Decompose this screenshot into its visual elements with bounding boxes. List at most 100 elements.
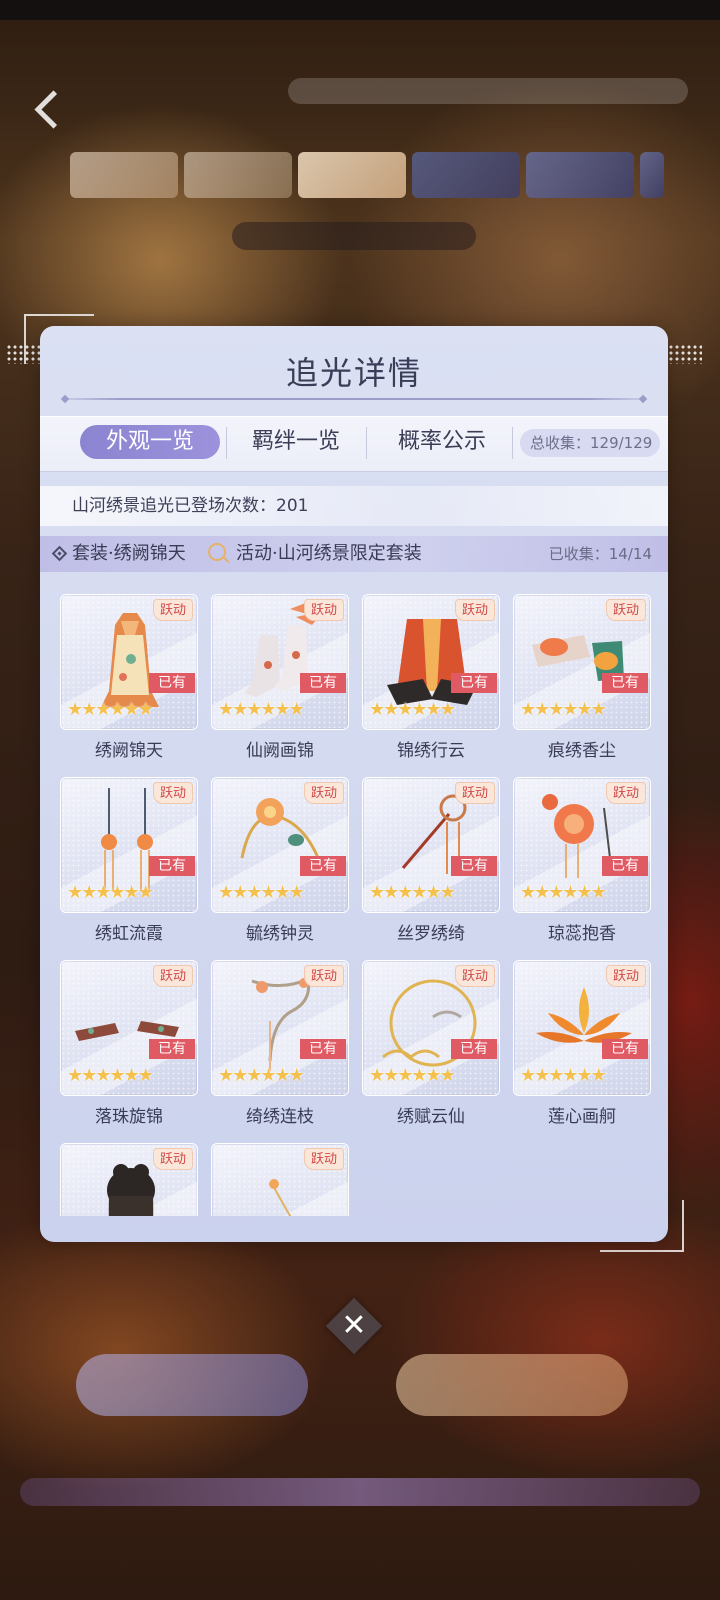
- item-card[interactable]: 跃动已有 ★★★★★★ 仙阙画锦: [211, 594, 349, 761]
- item-thumbnail: 跃动已有 ★★★★★★: [211, 594, 349, 730]
- banner-tab[interactable]: [526, 152, 634, 198]
- item-thumbnail: 跃动: [60, 1143, 198, 1216]
- item-name: 莲心画舸: [548, 1107, 616, 1127]
- owned-badge: 已有: [451, 856, 497, 876]
- banner-tab[interactable]: [298, 152, 406, 198]
- item-thumbnail: 跃动已有 ★★★★★★: [362, 777, 500, 913]
- set-collected: 已收集：14/14: [548, 545, 652, 563]
- active-badge: 跃动: [454, 782, 495, 804]
- tab-divider: [512, 427, 513, 459]
- item-card[interactable]: 跃动 已有 ★★★★★★ 绮绣连枝: [211, 960, 349, 1127]
- tab-probability[interactable]: 概率公示: [380, 425, 504, 459]
- item-thumbnail: 跃动 已有 ★★★★★★: [362, 960, 500, 1096]
- item-thumbnail: 跃动已有 ★★★★★★: [60, 594, 198, 730]
- active-badge: 跃动: [454, 965, 495, 987]
- item-card[interactable]: 跃动 已有 ★★★★★★ 锦绣行云: [362, 594, 500, 761]
- magnify-icon[interactable]: [208, 543, 226, 561]
- active-badge: 跃动: [303, 1148, 344, 1170]
- star-rating: ★★★★★★: [67, 882, 154, 903]
- tab-divider: [366, 427, 367, 459]
- draw-ten-button: [396, 1354, 628, 1416]
- item-thumbnail: 跃动 已有 ★★★★★★: [211, 960, 349, 1096]
- owned-badge: 已有: [149, 1039, 195, 1059]
- item-grid: 跃动 已有 ★★★★★★ 绣阙锦天 跃动 已有 ★★★★★★ 仙阙画锦 跃动 已有 ★★★★★★ 锦绣…: [60, 594, 660, 1216]
- active-badge: 跃动: [605, 782, 646, 804]
- back-arrow-icon[interactable]: [28, 88, 72, 132]
- resource-bar: [288, 78, 688, 104]
- item-name: 仙阙画锦: [246, 741, 314, 761]
- owned-badge: 已有: [602, 673, 648, 693]
- panel-title: 追光详情: [285, 354, 422, 392]
- diamond-icon: [51, 545, 68, 562]
- item-card[interactable]: 跃动 已有 ★★★★★★ 毓绣钟灵: [211, 777, 349, 944]
- item-card[interactable]: 跃动已有 ★★★★★★ 丝罗绣绮: [362, 777, 500, 944]
- item-thumbnail: 跃动已有 ★★★★★★: [60, 960, 198, 1096]
- owned-badge: 已有: [602, 1039, 648, 1059]
- star-rating: ★★★★★★: [369, 1065, 456, 1086]
- active-badge: 跃动: [605, 965, 646, 987]
- item-thumbnail: 跃动已有 ★★★★★★: [513, 594, 651, 730]
- star-rating: ★★★★★★: [520, 882, 607, 903]
- item-name: 绮绣连枝: [246, 1107, 314, 1127]
- star-rating: ★★★★★★: [218, 882, 305, 903]
- active-badge: 跃动: [303, 782, 344, 804]
- item-name: 落珠旋锦: [95, 1107, 163, 1127]
- item-thumbnail: 跃动: [211, 1143, 349, 1216]
- item-thumbnail: 跃动已有 ★★★★★★: [211, 777, 349, 913]
- star-rating: ★★★★★★: [520, 1065, 607, 1086]
- tab-bar: 外观一览 羁绊一览 概率公示 总收集：129/129: [40, 416, 668, 472]
- status-bar: [0, 0, 720, 20]
- star-rating: ★★★★★★: [67, 699, 154, 720]
- owned-badge: 已有: [149, 673, 195, 693]
- banner-tabs: [70, 152, 664, 198]
- tab-divider: [226, 427, 227, 459]
- appearance-count: 山河绣景追光已登场次数：201: [40, 486, 668, 526]
- close-icon[interactable]: ✕: [334, 1306, 374, 1346]
- owned-badge: 已有: [300, 673, 346, 693]
- dot-decoration: [6, 344, 40, 364]
- banner-tab[interactable]: [70, 152, 178, 198]
- dot-decoration: [668, 344, 702, 364]
- star-rating: ★★★★★★: [218, 1065, 305, 1086]
- item-card[interactable]: 跃动: [211, 1143, 349, 1216]
- star-rating: ★★★★★★: [369, 699, 456, 720]
- owned-badge: 已有: [149, 856, 195, 876]
- draw-once-button: [76, 1354, 308, 1416]
- star-rating: ★★★★★★: [67, 1065, 154, 1086]
- item-card[interactable]: 跃动已有 ★★★★★★ 琼蕊抱香: [513, 777, 651, 944]
- item-card[interactable]: 跃动已有 ★★★★★★ 落珠旋锦: [60, 960, 198, 1127]
- item-card[interactable]: 跃动 已有 ★★★★★★ 绣赋云仙: [362, 960, 500, 1127]
- item-card[interactable]: 跃动已有 ★★★★★★ 莲心画舸: [513, 960, 651, 1127]
- banner-tab[interactable]: [640, 152, 664, 198]
- banner-tab[interactable]: [412, 152, 520, 198]
- tab-bonds[interactable]: 羁绊一览: [236, 425, 356, 459]
- active-badge: 跃动: [303, 599, 344, 621]
- active-badge: 跃动: [605, 599, 646, 621]
- owned-badge: 已有: [602, 856, 648, 876]
- item-card[interactable]: 跃动已有 ★★★★★★ 绣虹流霞: [60, 777, 198, 944]
- item-card[interactable]: 跃动 已有 ★★★★★★ 绣阙锦天: [60, 594, 198, 761]
- owned-badge: 已有: [300, 1039, 346, 1059]
- star-rating: ★★★★★★: [218, 699, 305, 720]
- active-badge: 跃动: [152, 782, 193, 804]
- item-name: 丝罗绣绮: [397, 924, 465, 944]
- owned-badge: 已有: [300, 856, 346, 876]
- footer-banner: [20, 1478, 700, 1506]
- item-thumbnail: 跃动 已有 ★★★★★★: [362, 594, 500, 730]
- item-card[interactable]: 跃动已有 ★★★★★★ 痕绣香尘: [513, 594, 651, 761]
- banner-tab[interactable]: [184, 152, 292, 198]
- item-name: 痕绣香尘: [548, 741, 616, 761]
- set-header: 套装·绣阙锦天 活动·山河绣景限定套装 已收集：14/14: [40, 536, 668, 572]
- active-badge: 跃动: [152, 599, 193, 621]
- item-name: 锦绣行云: [397, 741, 465, 761]
- star-rating: ★★★★★★: [520, 699, 607, 720]
- item-name: 绣虹流霞: [95, 924, 163, 944]
- item-name: 绣赋云仙: [397, 1107, 465, 1127]
- detail-panel: 追光详情 外观一览 羁绊一览 概率公示 总收集：129/129 山河绣景追光已登…: [40, 326, 668, 1242]
- set-activity: 活动·山河绣景限定套装: [236, 543, 422, 564]
- item-card[interactable]: 跃动: [60, 1143, 198, 1216]
- tab-appearance[interactable]: 外观一览: [80, 425, 220, 459]
- active-badge: 跃动: [152, 965, 193, 987]
- item-name: 琼蕊抱香: [548, 924, 616, 944]
- star-rating: ★★★★★★: [369, 882, 456, 903]
